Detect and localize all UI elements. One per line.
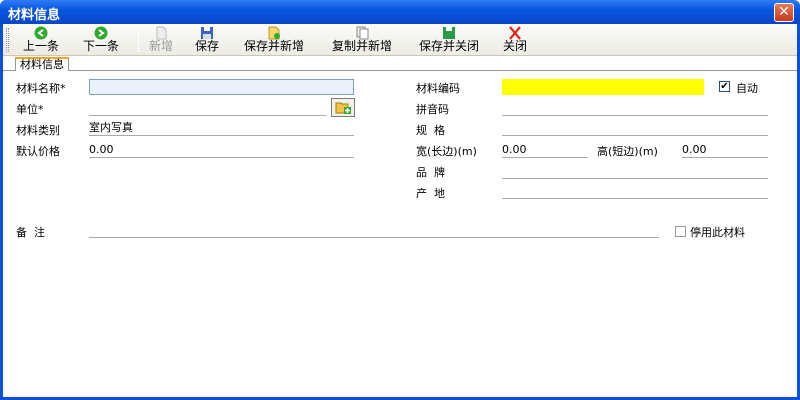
tab-strip: 材料信息 (3, 57, 797, 71)
arrow-left-icon (34, 26, 48, 40)
origin-input[interactable] (502, 183, 768, 199)
toolbar-grip[interactable] (6, 28, 9, 52)
price-label: 默认价格 (16, 145, 60, 158)
height-label: 高(短边)(m) (597, 145, 658, 158)
code-label: 材料编码 (416, 82, 460, 95)
window-title: 材料信息 (8, 8, 61, 23)
new-button[interactable]: 新增 (144, 26, 178, 54)
pinyin-input[interactable] (502, 100, 768, 116)
tab-material-info[interactable]: 材料信息 (15, 57, 69, 71)
arrow-right-icon (94, 26, 108, 40)
unit-label: 单位* (16, 103, 44, 116)
copy-new-icon (356, 26, 369, 40)
prev-record-button[interactable]: 上一条 (17, 26, 65, 54)
category-input[interactable]: 室内写真 (89, 120, 354, 136)
pinyin-label: 拼音码 (416, 103, 449, 116)
remark-input[interactable] (89, 222, 659, 238)
name-input[interactable] (89, 79, 354, 95)
spec-label: 规 格 (416, 124, 445, 137)
save-new-icon (268, 26, 280, 40)
remark-label: 备 注 (16, 226, 45, 239)
add-folder-icon (335, 102, 351, 114)
code-input[interactable] (502, 79, 704, 95)
origin-label: 产 地 (416, 187, 445, 200)
save-close-icon (443, 27, 455, 39)
material-info-window: 材料信息 ✕ 上一条 下一条 新增 保存 保存并新增 复制并新增 保存并关闭 关… (0, 0, 800, 400)
save-and-close-button[interactable]: 保存并关闭 (412, 26, 486, 54)
toolbar: 上一条 下一条 新增 保存 保存并新增 复制并新增 保存并关闭 关闭 (3, 24, 797, 56)
brand-input[interactable] (502, 163, 768, 179)
toolbar-separator (138, 28, 139, 52)
unit-lookup-button[interactable] (331, 98, 355, 117)
new-doc-icon (156, 26, 167, 40)
copy-and-new-button[interactable]: 复制并新增 (325, 26, 399, 54)
title-bar[interactable]: 材料信息 ✕ (0, 0, 800, 24)
category-label: 材料类别 (16, 124, 60, 137)
auto-checkbox[interactable]: ✔ (719, 81, 730, 92)
close-button[interactable]: 关闭 (498, 26, 532, 54)
width-label: 宽(长边)(m) (416, 145, 477, 158)
save-button[interactable]: 保存 (190, 26, 224, 54)
auto-label: 自动 (736, 82, 758, 95)
name-label: 材料名称* (16, 82, 66, 95)
save-icon (201, 27, 213, 39)
spec-input[interactable] (502, 120, 768, 136)
save-and-new-button[interactable]: 保存并新增 (237, 26, 311, 54)
width-input[interactable]: 0.00 (502, 142, 588, 158)
disable-label: 停用此材料 (690, 226, 745, 239)
height-input[interactable]: 0.00 (682, 142, 768, 158)
price-input[interactable]: 0.00 (89, 142, 354, 158)
window-close-button[interactable]: ✕ (774, 3, 794, 22)
unit-input[interactable] (89, 100, 326, 116)
client-area: 上一条 下一条 新增 保存 保存并新增 复制并新增 保存并关闭 关闭 材料信息 … (3, 24, 797, 397)
disable-checkbox[interactable] (675, 226, 686, 237)
brand-label: 品 牌 (416, 166, 445, 179)
next-record-button[interactable]: 下一条 (77, 26, 125, 54)
close-icon (509, 26, 521, 40)
